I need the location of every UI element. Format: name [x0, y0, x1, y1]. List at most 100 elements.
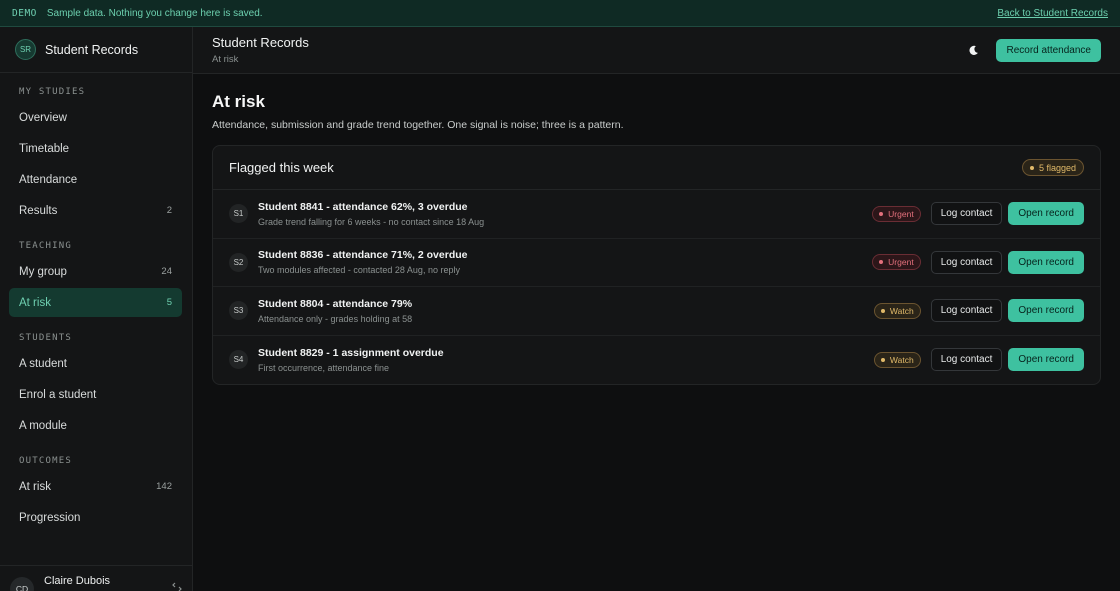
status-badge: Urgent: [872, 254, 921, 271]
brand-logo: SR: [15, 39, 36, 60]
card-title: Flagged this week: [229, 160, 334, 175]
log-contact-button[interactable]: Log contact: [930, 250, 1003, 274]
sidebar-item-a-student[interactable]: A student: [9, 349, 182, 378]
row-title: Student 8836 - attendance 71%, 2 overdue: [258, 249, 468, 262]
status-label: Watch: [889, 305, 914, 316]
page-subtitle: Attendance, submission and grade trend t…: [212, 119, 624, 131]
sidebar-item-my-group[interactable]: My group 24: [9, 257, 182, 286]
row-index: S1: [229, 204, 248, 224]
sidebar-item-timetable[interactable]: Timetable: [9, 134, 182, 163]
sidebar-item-count: 2: [166, 205, 172, 216]
row-actions: Urgent Log contact Open record: [872, 250, 1084, 274]
sidebar-item-label: Attendance: [19, 173, 78, 186]
demo-tag: DEMO: [12, 7, 37, 19]
list-item: S4 Student 8829 - 1 assignment overdue F…: [213, 336, 1100, 385]
avatar: CD: [10, 577, 34, 591]
status-badge: Urgent: [872, 205, 921, 222]
main-content: At risk Attendance, submission and grade…: [212, 92, 1101, 385]
header-title: Student Records: [212, 35, 309, 50]
row-description: First occurrence, attendance fine: [258, 362, 390, 373]
row-description: Grade trend falling for 6 weeks - no con…: [258, 216, 485, 227]
brand[interactable]: SR Student Records: [0, 27, 192, 73]
list-item: S2 Student 8836 - attendance 71%, 2 over…: [213, 239, 1100, 287]
sidebar-item-overview[interactable]: Overview: [9, 103, 182, 132]
list-item: S1 Student 8841 - attendance 62%, 3 over…: [213, 190, 1100, 239]
user-menu-icon[interactable]: [172, 582, 182, 591]
sidebar-item-label: My group: [19, 265, 67, 278]
row-text: Student 8836 - attendance 71%, 2 overdue…: [258, 249, 468, 275]
sidebar-item-count: 142: [156, 481, 172, 492]
row-actions: Urgent Log contact Open record: [872, 202, 1084, 226]
row-actions: Watch Log contact Open record: [873, 348, 1084, 372]
row-text: Student 8841 - attendance 62%, 3 overdue…: [258, 201, 484, 227]
row-actions: Watch Log contact Open record: [873, 299, 1084, 323]
card-header: Flagged this week 5 flagged: [213, 146, 1100, 190]
sidebar-item-label: At risk: [19, 296, 51, 309]
sidebar-item-label: A student: [19, 357, 67, 370]
list-item: S3 Student 8804 - attendance 79% Attenda…: [213, 287, 1100, 336]
row-text: Student 8804 - attendance 79% Attendance…: [258, 298, 412, 324]
sidebar-item-enrol-student[interactable]: Enrol a student: [9, 380, 182, 409]
sidebar-item-label: Enrol a student: [19, 388, 97, 401]
sidebar-item-label: Progression: [19, 511, 81, 524]
row-title: Student 8829 - 1 assignment overdue: [258, 346, 444, 359]
row-index: S4: [229, 350, 248, 370]
open-record-button[interactable]: Open record: [1008, 250, 1084, 274]
status-label: Watch: [889, 354, 914, 365]
status-dot: [879, 260, 884, 265]
status-dot: [879, 211, 884, 216]
status-label: Urgent: [888, 208, 914, 219]
row-title: Student 8841 - attendance 62%, 3 overdue: [258, 200, 468, 213]
status-dot: [880, 308, 885, 313]
sidebar: SR Student Records MY STUDIES Overview T…: [0, 27, 193, 591]
flagged-count-badge: 5 flagged: [1021, 159, 1084, 176]
sidebar-item-attendance[interactable]: Attendance: [9, 165, 182, 194]
nav-section-teaching: TEACHING My group 24 At risk 5: [0, 227, 192, 317]
breadcrumb: At risk: [212, 54, 239, 65]
sidebar-item-label: Overview: [19, 111, 67, 124]
nav-section-students: STUDENTS A student Enrol a student A mod…: [0, 319, 192, 440]
nav-section-outcomes: OUTCOMES At risk 142 Progression: [0, 442, 192, 532]
nav-heading: OUTCOMES: [19, 456, 72, 466]
record-attendance-button[interactable]: Record attendance: [996, 38, 1101, 62]
sidebar-item-progression[interactable]: Progression: [9, 503, 182, 532]
status-badge: Watch: [873, 351, 921, 368]
badge-dot: [1029, 165, 1034, 170]
open-record-button[interactable]: Open record: [1008, 348, 1084, 372]
row-description: Two modules affected - contacted 28 Aug,…: [258, 265, 460, 276]
back-to-records-link[interactable]: Back to Student Records: [997, 8, 1108, 19]
sidebar-item-at-risk[interactable]: At risk 5: [9, 288, 182, 317]
open-record-button[interactable]: Open record: [1008, 299, 1084, 323]
status-dot: [880, 357, 885, 362]
log-contact-button[interactable]: Log contact: [930, 348, 1003, 372]
nav-heading: MY STUDIES: [19, 87, 86, 97]
log-contact-button[interactable]: Log contact: [930, 299, 1003, 323]
status-badge: Watch: [873, 302, 921, 319]
sidebar-item-label: Results: [19, 204, 58, 217]
nav-section-my-studies: MY STUDIES Overview Timetable Attendance…: [0, 73, 192, 225]
nav-heading: STUDENTS: [19, 333, 72, 343]
badge-label: 5 flagged: [1038, 162, 1076, 173]
sidebar-item-count: 24: [161, 266, 172, 277]
nav-heading: TEACHING: [19, 241, 72, 251]
moon-icon[interactable]: [966, 43, 980, 57]
demo-notice: Sample data. Nothing you change here is …: [46, 7, 263, 19]
row-title: Student 8804 - attendance 79%: [258, 297, 413, 310]
sidebar-item-label: At risk: [19, 480, 51, 493]
status-label: Urgent: [888, 257, 914, 268]
sidebar-item-outcomes-at-risk[interactable]: At risk 142: [9, 472, 182, 501]
row-description: Attendance only - grades holding at 58: [258, 313, 413, 324]
user-profile[interactable]: CD Claire Dubois: [0, 565, 192, 591]
sidebar-item-label: Timetable: [19, 142, 70, 155]
sidebar-item-a-module[interactable]: A module: [9, 411, 182, 440]
user-name: Claire Dubois: [44, 575, 111, 587]
header-titles: Student Records At risk: [212, 35, 309, 65]
brand-name: Student Records: [45, 42, 139, 57]
page-title: At risk: [212, 92, 265, 111]
open-record-button[interactable]: Open record: [1008, 202, 1084, 226]
demo-banner: DEMO Sample data. Nothing you change her…: [0, 0, 1120, 27]
sidebar-item-label: A module: [19, 419, 67, 432]
sidebar-item-results[interactable]: Results 2: [9, 196, 182, 225]
log-contact-button[interactable]: Log contact: [930, 202, 1003, 226]
row-text: Student 8829 - 1 assignment overdue Firs…: [258, 347, 444, 373]
